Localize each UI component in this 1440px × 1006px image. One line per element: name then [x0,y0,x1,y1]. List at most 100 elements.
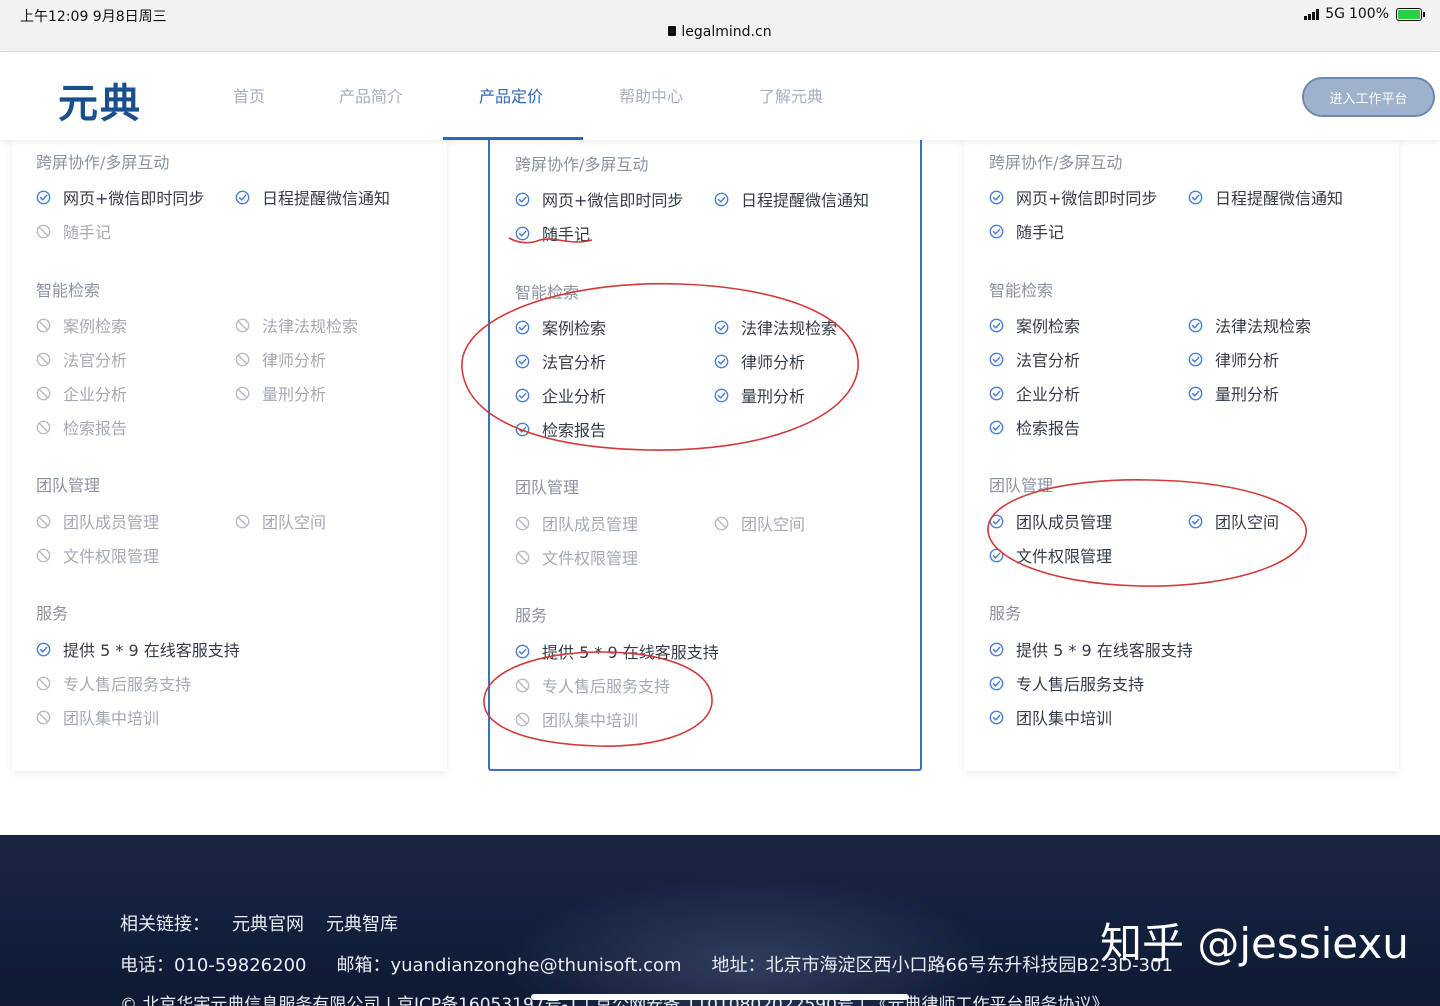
network-label: 5G [1325,6,1345,22]
feature-item: 网页+微信即时同步 [989,185,1157,209]
check-icon [515,354,530,369]
feature-item: 提供 5 * 9 在线客服支持 [36,637,240,661]
check-icon [515,226,530,241]
feature-item: 量刑分析 [714,383,805,407]
site-header: 元典 首页 产品简介 产品定价 帮助中心 了解元典 进入工作平台 [0,53,1440,140]
disabled-icon [235,386,250,401]
section-title: 团队管理 [515,478,580,497]
check-icon [714,320,729,335]
section-title: 智能检索 [36,281,101,300]
check-icon [36,642,51,657]
nav-product-intro[interactable]: 产品简介 [339,83,403,107]
check-icon [989,224,1004,239]
home-indicator[interactable] [531,994,909,1000]
feature-item: 团队集中培训 [989,705,1112,729]
disabled-icon [36,710,51,725]
feature-item: 团队成员管理 [515,511,638,535]
enter-workspace-button[interactable]: 进入工作平台 [1302,77,1435,117]
status-indicators: 5G 100% [1304,6,1425,22]
check-icon [989,352,1004,367]
check-icon [36,190,51,205]
address-bar[interactable]: legalmind.cn [0,24,1440,40]
disabled-icon [235,514,250,529]
footer-link-think-tank[interactable]: 元典智库 [326,914,398,935]
check-icon [989,190,1004,205]
feature-item: 随手记 [989,219,1064,243]
feature-item: 提供 5 * 9 在线客服支持 [989,637,1193,661]
check-icon [515,320,530,335]
feature-item: 团队空间 [1188,509,1279,533]
footer-links-label: 相关链接： [120,914,210,935]
check-icon [515,422,530,437]
check-icon [989,318,1004,333]
check-icon [989,386,1004,401]
footer-phone: 电话：010-59826200 [120,955,307,976]
feature-item: 检索报告 [36,415,127,439]
disabled-icon [235,352,250,367]
disabled-icon [515,712,530,727]
battery-icon [1396,7,1425,21]
plan-card-team: 跨屏协作/多屏互动 网页+微信即时同步 日程提醒微信通知 随手记 智能检索 案例… [964,140,1399,771]
check-icon [714,192,729,207]
feature-item: 团队成员管理 [989,509,1112,533]
section-title: 服务 [36,604,69,623]
check-icon [989,710,1004,725]
status-time: 上午12:09 9月8日周三 [20,9,167,25]
feature-item: 网页+微信即时同步 [515,187,683,211]
feature-item: 律师分析 [714,349,805,373]
feature-item: 团队空间 [235,509,326,533]
section-title: 服务 [989,604,1022,623]
feature-item: 量刑分析 [235,381,326,405]
signal-icon [1304,8,1320,20]
feature-item: 企业分析 [36,381,127,405]
nav-pricing[interactable]: 产品定价 [479,83,543,107]
footer-email[interactable]: 邮箱：yuandianzonghe@thunisoft.com [336,955,681,976]
feature-item: 检索报告 [989,415,1080,439]
feature-item: 法官分析 [36,347,127,371]
disabled-icon [36,224,51,239]
url-text: legalmind.cn [681,24,772,40]
logo[interactable]: 元典 [58,71,142,129]
footer-link-official[interactable]: 元典官网 [232,914,304,935]
feature-item: 法官分析 [989,347,1080,371]
feature-item: 案例检索 [989,313,1080,337]
disabled-icon [515,550,530,565]
feature-item: 文件权限管理 [515,545,638,569]
check-icon [989,514,1004,529]
disabled-icon [36,386,51,401]
feature-item: 文件权限管理 [36,543,159,567]
check-icon [989,642,1004,657]
section-title: 团队管理 [989,476,1054,495]
feature-item: 团队集中培训 [36,705,159,729]
check-icon [714,388,729,403]
nav-active-indicator [443,137,583,140]
check-icon [989,420,1004,435]
disabled-icon [714,516,729,531]
check-icon [989,548,1004,563]
check-icon [1188,386,1203,401]
battery-label: 100% [1348,6,1389,22]
disabled-icon [36,676,51,691]
check-icon [989,676,1004,691]
feature-item: 律师分析 [1188,347,1279,371]
disabled-icon [36,514,51,529]
nav-home[interactable]: 首页 [233,83,265,107]
nav-help[interactable]: 帮助中心 [619,83,683,107]
nav-about[interactable]: 了解元典 [759,83,823,107]
section-title: 智能检索 [989,281,1054,300]
disabled-icon [36,548,51,563]
footer-contact-row: 电话：010-59826200 邮箱：yuandianzonghe@thuniso… [120,951,1173,977]
section-title: 跨屏协作/多屏互动 [989,153,1123,172]
section-title: 跨屏协作/多屏互动 [515,155,649,174]
feature-item: 法律法规检索 [235,313,358,337]
feature-item: 企业分析 [515,383,606,407]
plan-card-professional: 跨屏协作/多屏互动 网页+微信即时同步 日程提醒微信通知 随手记 智能检索 案例… [488,140,922,771]
feature-item: 专人售后服务支持 [36,671,191,695]
feature-item: 随手记 [36,219,111,243]
feature-item: 法官分析 [515,349,606,373]
check-icon [235,190,250,205]
check-icon [1188,190,1203,205]
check-icon [515,192,530,207]
feature-item: 团队空间 [714,511,805,535]
disabled-icon [235,318,250,333]
